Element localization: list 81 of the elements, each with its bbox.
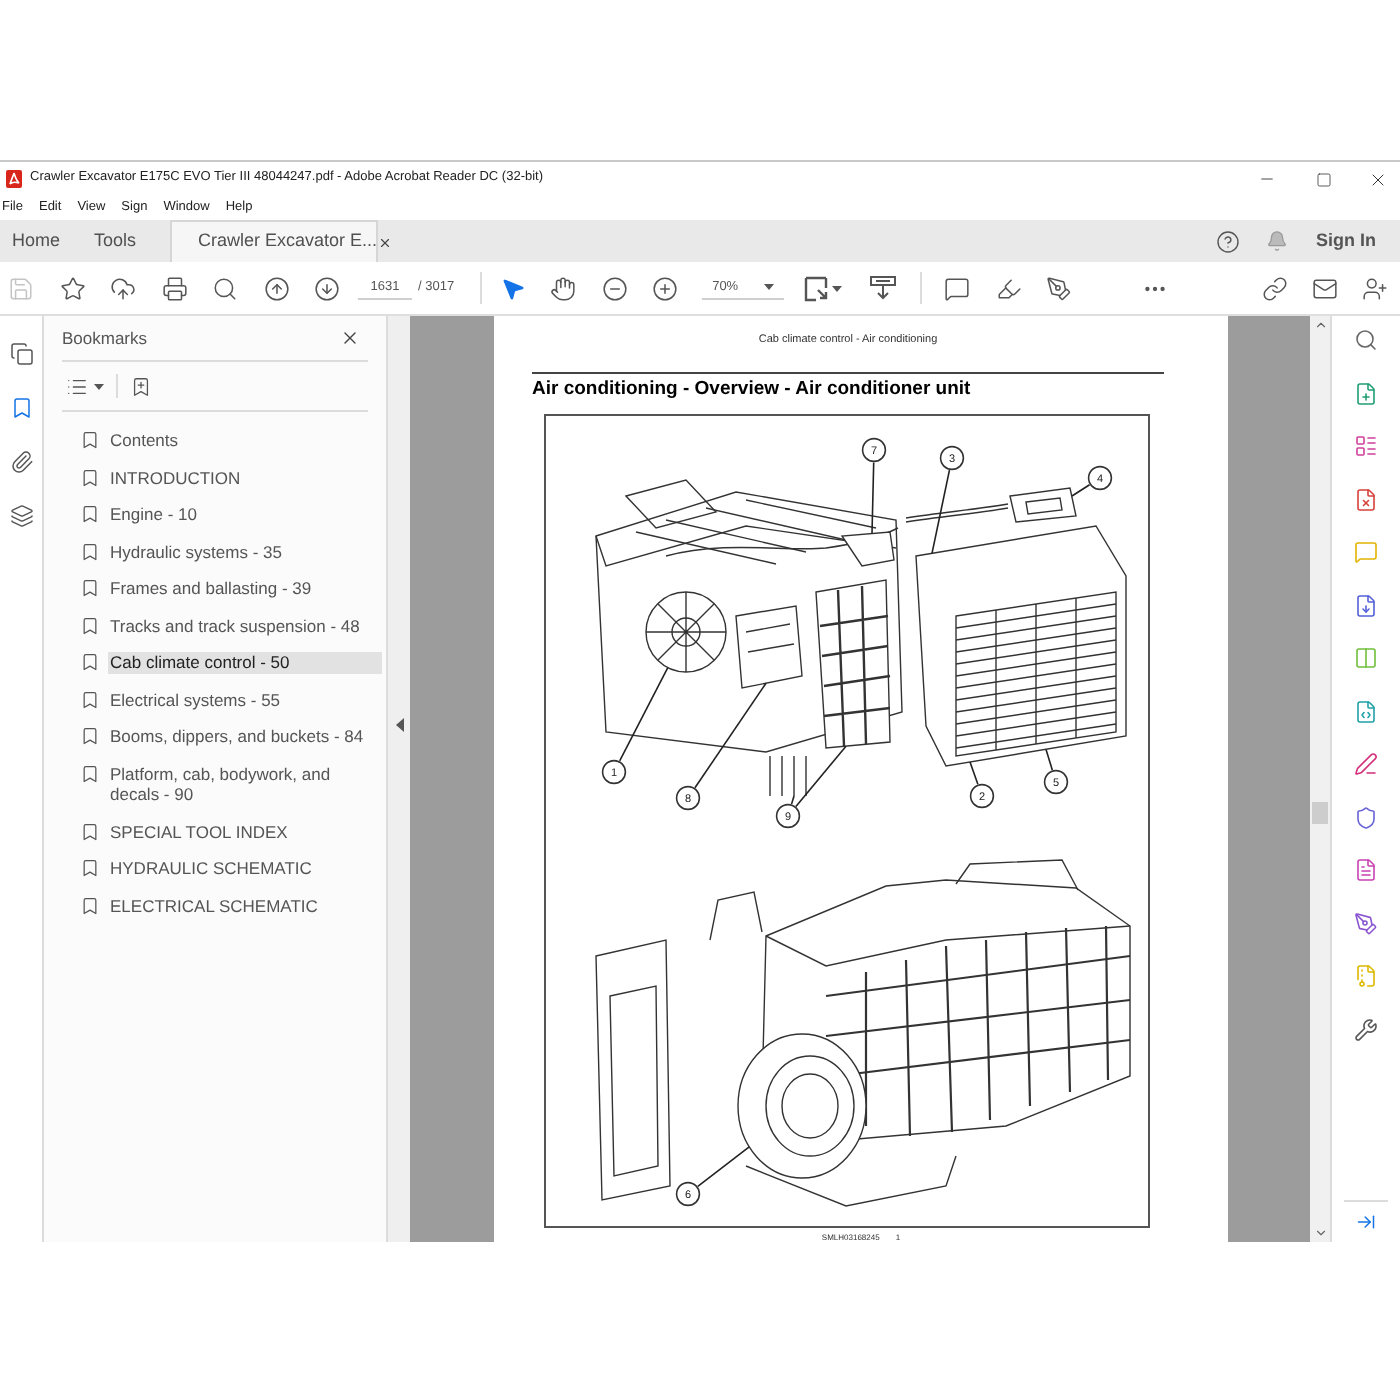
leader-line — [969, 761, 979, 786]
scroll-down-icon[interactable] — [1313, 1226, 1327, 1240]
next-page-icon[interactable] — [314, 275, 340, 301]
hand-icon[interactable] — [550, 275, 577, 301]
maximize-icon[interactable] — [1316, 171, 1332, 187]
comment-icon[interactable] — [944, 275, 971, 301]
layers-icon[interactable] — [9, 504, 33, 528]
file-x-icon[interactable] — [1354, 487, 1378, 511]
bookmark-item[interactable]: Contents — [108, 430, 382, 451]
pdf-file-icon — [6, 170, 22, 188]
bookmark-item[interactable]: Booms, dippers, and buckets - 84 — [108, 726, 382, 747]
bookmark-item[interactable]: Hydraulic systems - 35 — [108, 541, 382, 562]
file-text-icon[interactable] — [1354, 858, 1378, 882]
cloud-upload-icon[interactable] — [110, 275, 136, 301]
bookmark-item[interactable]: Platform, cab, bodywork, and decals - 90 — [108, 763, 382, 805]
page-icon[interactable] — [804, 275, 829, 301]
bookmark-icon[interactable] — [9, 396, 33, 420]
panel-title: Bookmarks — [62, 325, 148, 351]
file-download-icon[interactable] — [1354, 593, 1378, 617]
previous-page-icon[interactable] — [263, 275, 289, 301]
hose-drawing — [769, 755, 807, 797]
wrench-icon[interactable] — [1354, 1017, 1378, 1041]
highlighter-icon[interactable] — [995, 275, 1022, 301]
pipe-drawing — [905, 503, 1009, 523]
collapse-arrow-icon[interactable] — [395, 718, 403, 732]
section-heading: Air conditioning - Overview - Air conditioner unit — [532, 380, 973, 400]
caret-icon[interactable] — [764, 284, 775, 290]
valve-drawing — [1009, 487, 1077, 523]
fan-drawing — [645, 591, 727, 673]
pointer-icon[interactable] — [499, 275, 526, 301]
link-icon[interactable] — [1262, 275, 1288, 301]
bookmark-item[interactable]: ELECTRICAL SCHEMATIC — [108, 895, 382, 916]
motor-box-drawing — [735, 605, 803, 689]
close-icon[interactable] — [1368, 169, 1388, 189]
caret-icon[interactable] — [832, 285, 843, 291]
bookmark-item[interactable]: INTRODUCTION — [108, 467, 382, 488]
leader-line — [618, 666, 669, 762]
help-icon[interactable] — [1216, 229, 1240, 253]
leader-line — [931, 469, 951, 555]
close-icon[interactable] — [340, 328, 360, 348]
leader-line — [1045, 748, 1054, 771]
leader-line — [1071, 483, 1091, 497]
keyboard-arrow-icon[interactable] — [870, 276, 897, 300]
file-plus-icon[interactable] — [1354, 381, 1378, 405]
zoom-out-icon[interactable] — [601, 275, 628, 301]
pen-tool-icon[interactable] — [1354, 911, 1378, 935]
paperclip-icon[interactable] — [9, 450, 33, 474]
bookmark-add-icon[interactable] — [130, 375, 152, 397]
user-plus-icon[interactable] — [1362, 275, 1388, 301]
scrollbar[interactable] — [1310, 316, 1330, 1242]
tab[interactable]: Home — [0, 220, 73, 262]
bookmark-item[interactable]: SPECIAL TOOL INDEX — [108, 821, 382, 842]
file-code-icon[interactable] — [1354, 699, 1378, 723]
shield-icon[interactable] — [1354, 805, 1378, 829]
leader-line — [697, 1146, 750, 1188]
zoom-in-icon[interactable] — [652, 275, 679, 301]
scroll-up-icon[interactable] — [1313, 318, 1327, 332]
bookmark-item[interactable]: Frames and ballasting - 39 — [108, 578, 382, 599]
close-icon[interactable] — [377, 235, 392, 249]
pages-icon[interactable] — [9, 342, 33, 366]
bookmark-item[interactable]: Engine - 10 — [108, 504, 382, 525]
star-icon[interactable] — [59, 275, 85, 301]
caret-icon[interactable] — [94, 383, 104, 389]
leader-line — [871, 461, 875, 535]
layout-list-icon[interactable] — [1354, 434, 1378, 458]
bookmark-item[interactable]: Tracks and track suspension - 48 — [108, 615, 382, 636]
mail-icon[interactable] — [1312, 275, 1338, 301]
arrow-to-line-icon[interactable] — [1356, 1212, 1376, 1232]
bracket-drawing — [840, 531, 895, 567]
pen-icon[interactable] — [1354, 752, 1378, 776]
leader-line — [694, 682, 767, 789]
bookmark-item[interactable]: HYDRAULIC SCHEMATIC — [108, 858, 382, 879]
sign-in-link[interactable]: Sign In — [1316, 227, 1376, 255]
search-icon[interactable] — [1354, 328, 1378, 352]
tab[interactable]: Tools — [82, 220, 149, 262]
search-icon[interactable] — [212, 275, 238, 301]
bookmark-item[interactable]: Electrical systems - 55 — [108, 689, 382, 710]
pen-icon[interactable] — [1046, 275, 1073, 301]
scrollbar-thumb[interactable] — [1312, 802, 1328, 824]
bookmark-item[interactable]: Cab climate control - 50 — [108, 652, 382, 673]
printer-icon[interactable] — [161, 275, 187, 301]
